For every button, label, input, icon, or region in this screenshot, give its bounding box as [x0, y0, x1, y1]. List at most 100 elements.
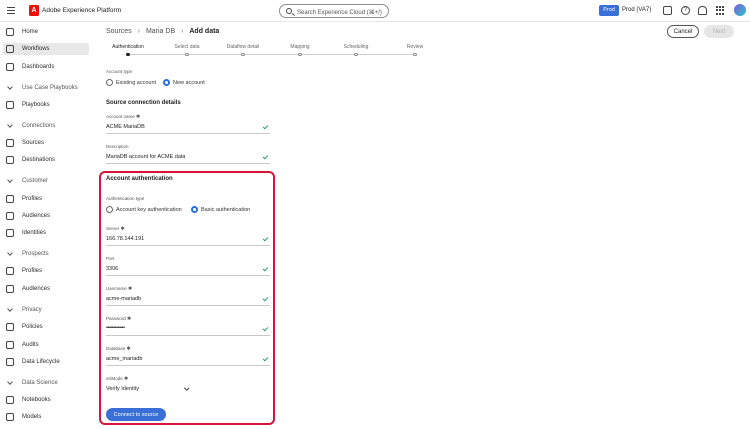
- valid-check-icon: [262, 123, 269, 130]
- connection-details-title: Source connection details: [106, 100, 181, 106]
- radio-basic-authentication[interactable]: [191, 206, 198, 213]
- sidebar-section-label: Customer: [22, 177, 49, 184]
- sidebar-item-prospect-audiences[interactable]: Audiences: [0, 283, 90, 295]
- sidebar-section-privacy[interactable]: Privacy: [0, 304, 90, 316]
- breadcrumb-mariadb[interactable]: Maria DB: [146, 28, 175, 35]
- chat-icon[interactable]: [663, 6, 672, 15]
- chevron-down-icon: [7, 84, 13, 90]
- radio-new-account[interactable]: [163, 79, 170, 86]
- sandbox-badge[interactable]: Prod: [599, 5, 619, 16]
- username-label-text: Username: [106, 286, 127, 291]
- step-dot: [126, 52, 130, 56]
- radio-account-key-label[interactable]: Account key authentication: [116, 207, 182, 213]
- sidebar-item-workflows[interactable]: Workflows: [3, 43, 89, 55]
- sidebar-section-label: Use Case Playbooks: [22, 84, 78, 91]
- menu-icon[interactable]: [7, 7, 15, 14]
- description-label: Description: [106, 144, 129, 149]
- required-icon: ✱: [120, 226, 125, 232]
- sidebar-section-use-case-playbooks[interactable]: Use Case Playbooks: [0, 82, 90, 94]
- sidebar-section-prospects[interactable]: Prospects: [0, 248, 90, 260]
- sidebar-item-label: Policies: [22, 323, 43, 330]
- sidebar-item-notebooks[interactable]: Notebooks: [0, 394, 90, 406]
- server-underline: [106, 245, 270, 246]
- radio-existing-account-label[interactable]: Existing account: [116, 80, 156, 86]
- step-dot: [185, 52, 189, 56]
- step-label: Mapping: [290, 44, 310, 50]
- port-underline: [106, 275, 270, 276]
- sidebar-item-playbooks[interactable]: Playbooks: [0, 99, 90, 111]
- cancel-button[interactable]: Cancel: [667, 25, 699, 38]
- radio-new-account-label[interactable]: New account: [173, 80, 205, 86]
- sidebar-item-profiles[interactable]: Profiles: [0, 193, 90, 205]
- password-label: Password ✱: [106, 316, 131, 322]
- sidebar-item-label: Audiences: [22, 212, 51, 219]
- connect-to-source-button[interactable]: Connect to source: [106, 408, 166, 421]
- sidebar-item-policies[interactable]: Policies: [0, 321, 90, 333]
- playbooks-icon: [6, 101, 14, 109]
- step-authentication: Authentication: [98, 44, 158, 56]
- sidebar-section-customer[interactable]: Customer: [0, 175, 90, 187]
- page-title: Add data: [189, 28, 220, 35]
- profiles-icon: [6, 267, 14, 275]
- step-review: Review: [385, 44, 445, 56]
- step-dataflow-detail: Dataflow detail: [213, 44, 273, 56]
- sandbox-label[interactable]: Prod (VA7): [622, 7, 651, 13]
- sslmode-select[interactable]: Verify Identity: [106, 386, 139, 392]
- audiences-icon: [6, 212, 14, 220]
- required-icon: ✱: [124, 376, 129, 382]
- server-label: Server ✱: [106, 226, 125, 232]
- password-input[interactable]: •••••••••••••: [106, 325, 125, 331]
- search-field[interactable]: Search Experience Cloud (⌘+/): [279, 4, 389, 18]
- sidebar-item-home[interactable]: Home: [0, 26, 90, 38]
- stepper-track: [128, 54, 415, 55]
- description-input[interactable]: MariaDB account for ACME data: [106, 154, 185, 160]
- valid-check-icon: [262, 153, 269, 160]
- required-icon: ✱: [127, 316, 132, 322]
- search-icon: [286, 8, 292, 14]
- server-label-text: Server: [106, 226, 120, 231]
- help-icon[interactable]: ?: [681, 6, 690, 15]
- chevron-down-icon: [7, 379, 13, 385]
- bell-icon[interactable]: [698, 6, 707, 15]
- avatar[interactable]: [734, 4, 746, 16]
- audits-icon: [6, 341, 14, 349]
- account-type-label: Account type: [106, 69, 133, 74]
- radio-existing-account[interactable]: [106, 79, 113, 86]
- sidebar-item-sources[interactable]: Sources: [0, 137, 90, 149]
- sidebar-item-prospect-profiles[interactable]: Profiles: [0, 265, 90, 277]
- sidebar-item-label: Profiles: [22, 195, 43, 202]
- search-placeholder: Search Experience Cloud (⌘+/): [297, 9, 382, 16]
- sidebar-item-label: Profiles: [22, 267, 43, 274]
- sources-icon: [6, 139, 14, 147]
- port-input[interactable]: 3306: [106, 266, 118, 272]
- description-underline: [106, 163, 270, 164]
- sidebar-item-audits[interactable]: Audits: [0, 339, 90, 351]
- sidebar-item-models[interactable]: Models: [0, 411, 90, 423]
- sidebar-item-dashboards[interactable]: Dashboards: [0, 61, 90, 73]
- sidebar-section-data-science[interactable]: Data Science: [0, 377, 90, 389]
- identities-icon: [6, 229, 14, 237]
- next-button[interactable]: Next: [704, 25, 734, 38]
- profiles-icon: [6, 195, 14, 203]
- sidebar-item-data-lifecycle[interactable]: Data Lifecycle: [0, 356, 90, 368]
- sidebar-item-destinations[interactable]: Destinations: [0, 154, 90, 166]
- sidebar-item-label: Home: [22, 28, 39, 35]
- account-name-input[interactable]: ACME MariaDB: [106, 124, 145, 130]
- username-input[interactable]: acme-mariadb: [106, 296, 141, 302]
- step-label: Scheduling: [343, 44, 369, 50]
- sidebar-item-label: Data Lifecycle: [22, 358, 60, 365]
- chevron-down-icon: [7, 306, 13, 312]
- breadcrumb-sources[interactable]: Sources: [106, 28, 132, 35]
- step-label: Review: [406, 44, 424, 50]
- sidebar-item-audiences[interactable]: Audiences: [0, 210, 90, 222]
- apps-grid-icon[interactable]: [716, 6, 725, 15]
- sidebar-item-label: Workflows: [22, 45, 50, 52]
- database-input[interactable]: acme_mariadb: [106, 356, 142, 362]
- step-dot: [298, 52, 302, 56]
- sidebar-section-connections[interactable]: Connections: [0, 120, 90, 132]
- radio-account-key-authentication[interactable]: [106, 206, 113, 213]
- sidebar-item-identities[interactable]: Identities: [0, 227, 90, 239]
- radio-basic-authentication-label[interactable]: Basic authentication: [201, 207, 250, 213]
- chevron-down-icon: [7, 250, 13, 256]
- server-input[interactable]: 166.78.144.191: [106, 236, 144, 242]
